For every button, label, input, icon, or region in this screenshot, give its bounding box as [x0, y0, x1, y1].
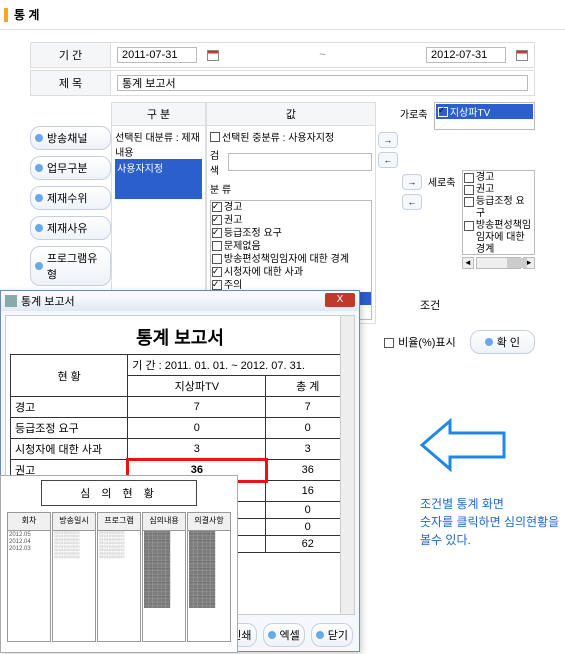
sero-remove-button[interactable]: ← — [402, 194, 422, 210]
nav-channel[interactable]: 방송채널 — [30, 126, 111, 150]
help-note: 조건별 통계 화면 숫자를 클릭하면 심의현황을 볼수 있다. — [420, 495, 559, 549]
period-label: 기 간 — [31, 43, 111, 67]
sero-mover: → ← — [402, 174, 422, 210]
window-icon — [5, 295, 17, 307]
garo-label: 가로축 — [400, 102, 430, 121]
scroll-left-icon[interactable]: ◄ — [462, 257, 474, 269]
col-jisangpa: 지상파TV — [128, 376, 266, 397]
class-label: 분 류 — [210, 181, 240, 196]
axis-column: 가로축 지상파TV → ← 세로축 경고 권고 등급조정 요구 방송편성책임임자… — [400, 102, 535, 324]
dot-icon — [35, 194, 43, 202]
status-header: 현 황 — [11, 355, 128, 397]
report-window-title: 통계 보고서 — [21, 293, 75, 309]
deliberation-grid: 회차2012.052012.042012.03 방송일시░░░░░░░░░░░░… — [1, 510, 237, 652]
page-title: 통 계 — [0, 0, 565, 30]
sero-listbox[interactable]: 경고 권고 등급조정 요구 방송편성책임임자에 대한 경계 시청자에 대한 사과… — [462, 170, 535, 255]
title-input[interactable] — [117, 75, 528, 91]
dot-icon — [485, 338, 493, 346]
garo-listbox[interactable]: 지상파TV — [434, 102, 535, 130]
deliberation-window: 심 의 현 황 회차2012.052012.042012.03 방송일시░░░░… — [0, 475, 238, 653]
nav-progtype[interactable]: 프로그램유형 — [30, 246, 111, 286]
report-title: 통계 보고서 — [10, 324, 350, 350]
search-input[interactable] — [228, 153, 372, 171]
col-total: 총 계 — [266, 376, 350, 397]
dot-icon — [35, 262, 43, 270]
garo-mover: → ← — [378, 132, 398, 320]
calendar-icon[interactable] — [516, 50, 528, 61]
sero-label: 세로축 — [428, 170, 458, 189]
confirm-button[interactable]: 확 인 — [470, 330, 535, 354]
garo-add-button[interactable]: → — [378, 132, 398, 148]
date-to-input[interactable] — [426, 47, 506, 63]
value-caption: 선택된 중분류 : 사용자지정 — [222, 129, 334, 144]
dot-icon — [35, 134, 43, 142]
dot-icon — [35, 224, 43, 232]
percent-checkbox[interactable]: 비율(%)표시 — [384, 334, 456, 350]
sero-add-button[interactable]: → — [402, 174, 422, 190]
page-title-text: 통 계 — [14, 6, 39, 23]
close-button[interactable]: 닫기 — [311, 623, 353, 647]
deliberation-title: 심 의 현 황 — [41, 480, 197, 506]
condition-label: 조건 — [420, 297, 440, 313]
nav-workdiv[interactable]: 업무구분 — [30, 156, 111, 180]
excel-button[interactable]: 엑셀 — [263, 623, 305, 647]
calendar-icon[interactable] — [207, 50, 219, 61]
gubun-selected-item[interactable]: 사용자지정 — [115, 159, 202, 199]
sero-hscroll[interactable]: ◄ ► — [462, 257, 535, 269]
garo-remove-button[interactable]: ← — [378, 152, 398, 168]
nav-reason[interactable]: 제재사유 — [30, 216, 111, 240]
report-scrollbar[interactable] — [340, 316, 354, 614]
date-from-input[interactable] — [117, 47, 197, 63]
report-titlebar[interactable]: 통계 보고서 X — [1, 291, 359, 311]
value-header: 값 — [207, 103, 375, 126]
filter-area: 기 간 ~ 제 목 — [0, 30, 565, 102]
close-icon[interactable]: X — [325, 293, 355, 307]
gubun-header: 구 분 — [112, 103, 205, 126]
nav-level[interactable]: 제재수위 — [30, 186, 111, 210]
tilde: ~ — [227, 49, 418, 61]
pointer-arrow-icon — [420, 415, 510, 475]
dot-icon — [35, 164, 43, 172]
title-label: 제 목 — [31, 71, 111, 95]
report-period: 기 간 : 2011. 01. 01. ~ 2012. 07. 31. — [128, 355, 350, 376]
value-caption-checkbox[interactable] — [210, 132, 220, 142]
gubun-caption: 선택된 대분류 : 제재내용 — [115, 129, 202, 159]
search-label: 검 색 — [210, 147, 224, 177]
accent-bar — [4, 8, 8, 22]
